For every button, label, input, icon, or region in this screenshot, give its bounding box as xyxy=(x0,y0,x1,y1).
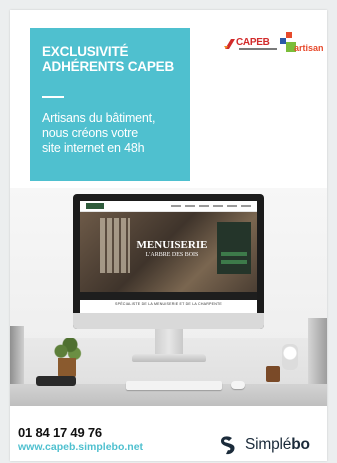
headline: EXCLUSIVITÉ ADHÉRENTS CAPEB xyxy=(42,44,192,74)
flyer: EXCLUSIVITÉ ADHÉRENTS CAPEB Artisans du … xyxy=(10,10,327,461)
right-speaker xyxy=(308,318,327,384)
brand-suffix: bo xyxy=(291,436,310,453)
panel-button xyxy=(221,260,247,264)
monitor-base xyxy=(132,354,206,362)
website-hero: MENUISERIE L'ARBRE DES BOIS xyxy=(80,212,257,292)
website-caption: SPÉCIALISTE DE LA MENUISERIE ET DE LA CH… xyxy=(115,302,222,306)
tagline-line-3: site internet en 48h xyxy=(42,141,145,155)
headline-card: EXCLUSIVITÉ ADHÉRENTS CAPEB Artisans du … xyxy=(30,28,190,181)
monitor-chin xyxy=(73,313,264,329)
tagline-line-1: Artisans du bâtiment, xyxy=(42,111,156,125)
hero-title: MENUISERIE xyxy=(136,239,208,251)
hero-subtitle: L'ARBRE DES BOIS xyxy=(145,252,199,258)
capeb-tagline-bar xyxy=(239,48,277,50)
website-nav-links xyxy=(171,205,251,207)
keyboard xyxy=(126,381,222,390)
hero-contact-panel xyxy=(217,222,251,274)
website-navbar xyxy=(80,201,257,212)
simplebo-logo: Simplébo xyxy=(218,434,322,456)
headline-line-1: EXCLUSIVITÉ xyxy=(42,44,129,59)
monitor: MENUISERIE L'ARBRE DES BOIS SPÉCIALISTE … xyxy=(73,194,264,329)
mouse xyxy=(231,381,245,389)
phone-number: 01 84 17 49 76 xyxy=(18,425,102,440)
monitor-screen: MENUISERIE L'ARBRE DES BOIS SPÉCIALISTE … xyxy=(80,201,257,313)
hero-window xyxy=(100,218,130,273)
artisan-logo: artisan xyxy=(280,32,324,56)
simplebo-wordmark: Simplébo xyxy=(245,436,310,454)
artisan-wordmark: artisan xyxy=(294,43,324,53)
monitor-stand xyxy=(155,329,183,357)
plant-leaves xyxy=(52,338,82,360)
capeb-wordmark: CAPEB xyxy=(236,37,270,48)
desk-photo: MENUISERIE L'ARBRE DES BOIS SPÉCIALISTE … xyxy=(10,188,327,406)
artisan-square-red xyxy=(286,32,292,38)
left-speaker xyxy=(10,326,24,384)
plant-pot xyxy=(58,358,76,378)
capeb-mark-icon xyxy=(224,39,235,49)
divider xyxy=(42,96,64,98)
website-url[interactable]: www.capeb.simplebo.net xyxy=(18,441,143,453)
simplebo-mark-icon xyxy=(221,436,235,455)
tray xyxy=(36,376,76,386)
tagline: Artisans du bâtiment, nous créons votre … xyxy=(42,111,190,156)
cup xyxy=(266,366,280,382)
headline-line-2: ADHÉRENTS CAPEB xyxy=(42,59,175,74)
desk-lamp xyxy=(282,344,298,370)
capeb-logo: CAPEB xyxy=(223,37,277,51)
brand-prefix: Simplé xyxy=(245,436,292,453)
tagline-line-2: nous créons votre xyxy=(42,126,138,140)
website-logo xyxy=(86,203,104,209)
panel-button xyxy=(221,252,247,256)
website-strip xyxy=(80,292,257,300)
